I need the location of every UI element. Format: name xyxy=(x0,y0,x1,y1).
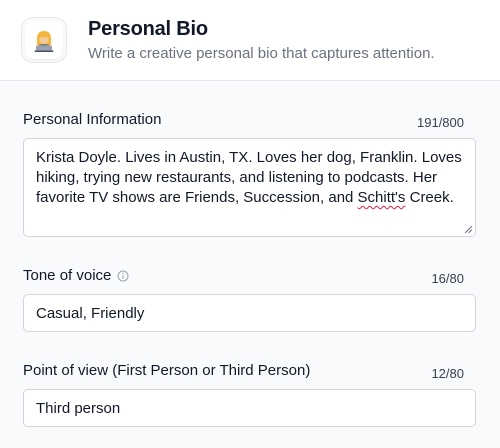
tone-value: Casual, Friendly xyxy=(36,304,145,322)
misspelled-word[interactable]: Schitt's xyxy=(358,189,406,206)
page-title: Personal Bio xyxy=(88,18,208,40)
personal-info-label-text: Personal Information xyxy=(23,111,162,128)
info-circle-icon[interactable] xyxy=(117,270,129,282)
personal-info-label: Personal Information xyxy=(23,111,161,128)
pov-input[interactable]: Third person xyxy=(23,389,476,427)
page-subtitle: Write a creative personal bio that captu… xyxy=(88,45,435,62)
resize-handle-icon[interactable] xyxy=(464,225,473,234)
tone-counter: 16/80 xyxy=(431,271,464,286)
app-icon-frame xyxy=(21,17,67,63)
personal-info-text-end: Creek. xyxy=(405,189,454,206)
tone-label-text: Tone of voice xyxy=(23,267,112,284)
pov-counter: 12/80 xyxy=(431,366,464,381)
personal-info-textarea[interactable]: Krista Doyle. Lives in Austin, TX. Loves… xyxy=(23,138,476,237)
page-header: Personal Bio Write a creative personal b… xyxy=(0,0,500,81)
person-laptop-icon xyxy=(25,21,63,59)
personal-info-counter: 191/800 xyxy=(417,115,464,130)
tone-label: Tone of voice xyxy=(23,267,129,284)
tone-input[interactable]: Casual, Friendly xyxy=(23,294,476,332)
pov-label: Point of view (First Person or Third Per… xyxy=(23,362,310,379)
pov-value: Third person xyxy=(36,399,121,417)
pov-label-text: Point of view (First Person or Third Per… xyxy=(23,362,311,379)
